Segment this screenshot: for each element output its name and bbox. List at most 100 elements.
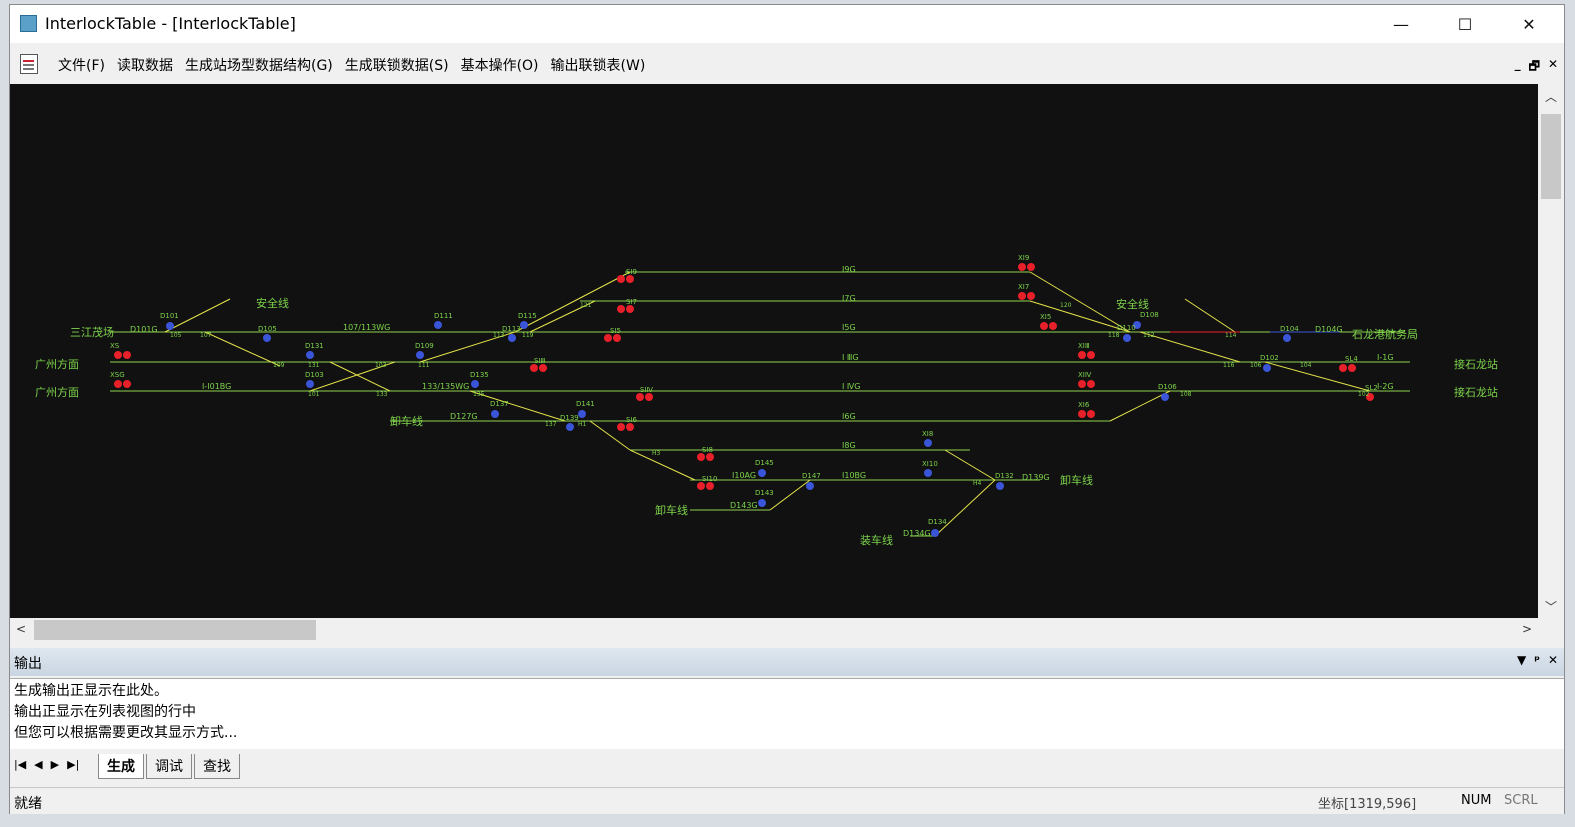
station-label: 安全线 — [1116, 297, 1149, 311]
output-panel-title: 输出 — [14, 656, 42, 672]
tab-first-icon[interactable]: |◀ — [14, 758, 26, 771]
switch-label: 104 — [1300, 362, 1312, 369]
scroll-up-icon[interactable]: ︿ — [1545, 88, 1557, 105]
vertical-scroll-thumb[interactable] — [1541, 114, 1561, 199]
menu-read-data[interactable]: 读取数据 — [111, 55, 179, 75]
d-signal-label: D113 — [502, 325, 521, 333]
output-panel-body[interactable]: 生成输出正显示在此处。 输出正显示在列表视图的行中 但您可以根据需要更改其显示方… — [10, 678, 1564, 749]
switch-label: 120 — [1060, 302, 1072, 309]
station-diagram-canvas[interactable]: Ⅰ9G Ⅰ7G Ⅰ5G Ⅰ ⅢG Ⅰ ⅣG Ⅰ6G Ⅰ8G Ⅰ10BG Ⅰ10A… — [10, 84, 1538, 618]
switch-label: 108 — [1180, 391, 1192, 398]
horizontal-scrollbar[interactable]: < > — [10, 618, 1538, 642]
signal-label: XⅠ7 — [1018, 283, 1029, 291]
signal-label: XⅠ10 — [922, 460, 938, 468]
switch-label: H1 — [578, 421, 587, 428]
mdi-restore-button[interactable]: 🗗 — [1529, 57, 1540, 78]
signal-label: XⅠ9 — [1018, 254, 1029, 262]
switch-label: 101 — [308, 391, 320, 398]
mdi-minimize-button[interactable]: _ — [1515, 57, 1521, 78]
switch-label: 105 — [170, 332, 182, 339]
tab-generate[interactable]: 生成 — [98, 754, 144, 779]
signal-label: XⅠⅣ — [1078, 371, 1092, 379]
minimize-button[interactable]: — — [1370, 5, 1432, 43]
menu-generate-interlock[interactable]: 生成联锁数据(S) — [339, 55, 455, 75]
status-coordinate: 坐标[1319,596] — [1318, 797, 1417, 812]
station-diagram: Ⅰ9G Ⅰ7G Ⅰ5G Ⅰ ⅢG Ⅰ ⅣG Ⅰ6G Ⅰ8G Ⅰ10BG Ⅰ10A… — [35, 254, 1498, 547]
tab-find[interactable]: 查找 — [194, 754, 240, 779]
tab-debug[interactable]: 调试 — [146, 754, 192, 779]
document-icon[interactable] — [20, 54, 38, 74]
vertical-scrollbar[interactable]: ︿ ﹀ — [1538, 84, 1564, 618]
switch-label: 109 — [273, 362, 285, 369]
track-label: D139G — [1022, 473, 1050, 482]
output-line: 但您可以根据需要更改其显示方式... — [14, 725, 238, 741]
switch-label: H3 — [652, 450, 661, 457]
d-signal-label: D132 — [995, 472, 1014, 480]
output-line: 输出正显示在列表视图的行中 — [14, 704, 196, 720]
mdi-close-button[interactable]: ✕ — [1548, 57, 1558, 78]
signal-label: XSG — [110, 371, 125, 379]
status-scroll-lock: SCRL — [1504, 793, 1538, 808]
tab-next-icon[interactable]: ▶ — [51, 758, 59, 771]
status-bar: 就绪 坐标[1319,596] NUM SCRL — [10, 787, 1564, 814]
track-label: Ⅰ8G — [842, 441, 856, 450]
d-signal-label: D141 — [576, 400, 595, 408]
station-label: 卸车线 — [1060, 473, 1093, 487]
switch-label: H4 — [973, 480, 982, 487]
switch-label: 102 — [1358, 391, 1370, 398]
station-label: 广州方面 — [35, 385, 79, 399]
menu-bar: 文件(F) 读取数据 生成站场型数据结构(G) 生成联锁数据(S) 基本操作(O… — [10, 48, 1564, 82]
switch-label: 131 — [308, 362, 320, 369]
app-window: InterlockTable - [InterlockTable] — ☐ ✕ … — [9, 4, 1565, 814]
switch-label: 107 — [200, 332, 212, 339]
maximize-button[interactable]: ☐ — [1434, 5, 1496, 43]
menu-basic-ops[interactable]: 基本操作(O) — [455, 55, 545, 75]
station-label: 装车线 — [860, 533, 893, 547]
d-signal-label: D131 — [305, 342, 324, 350]
signal-label: XⅠⅢ — [1078, 342, 1090, 350]
output-panel-header: 输出 ▼ ᵖ ✕ — [10, 648, 1564, 676]
d-signal-label: D137 — [490, 400, 509, 408]
d-signal-label: D139 — [560, 414, 579, 422]
d-signal-label: D105 — [258, 325, 277, 333]
scroll-right-icon[interactable]: > — [1522, 622, 1532, 636]
signal-label: SⅠ9 — [626, 268, 637, 276]
tab-prev-icon[interactable]: ◀ — [34, 758, 42, 771]
station-label: 接石龙站 — [1454, 357, 1498, 371]
panel-pin-icon[interactable]: ᵖ — [1534, 653, 1540, 667]
track-label: D104G — [1315, 325, 1343, 334]
close-button[interactable]: ✕ — [1498, 5, 1560, 43]
panel-close-icon[interactable]: ✕ — [1548, 653, 1558, 667]
menu-output-table[interactable]: 输出联锁表(W) — [545, 55, 652, 75]
switch-label: 119 — [522, 332, 534, 339]
station-label: 广州方面 — [35, 357, 79, 371]
menu-file[interactable]: 文件(F) — [52, 55, 111, 75]
scroll-left-icon[interactable]: < — [16, 622, 26, 636]
horizontal-scroll-thumb[interactable] — [34, 620, 316, 640]
track-label: Ⅰ7G — [842, 294, 856, 303]
output-tab-bar: |◀ ◀ ▶ ▶| 生成 调试 查找 — [10, 750, 1564, 780]
d-signal-label: D145 — [755, 459, 774, 467]
d-signal-label: D147 — [802, 472, 821, 480]
signal-label: SⅠⅣ — [640, 386, 654, 394]
track-label: D127G — [450, 412, 478, 421]
track-label: Ⅰ ⅣG — [842, 382, 860, 391]
signal-label: SⅠⅢ — [534, 357, 546, 365]
signal-label: XⅠ6 — [1078, 401, 1090, 409]
track-label: Ⅰ5G — [842, 323, 856, 332]
track-label: D143G — [730, 501, 758, 510]
station-label: 石龙港航务局 — [1352, 327, 1418, 341]
track-label: Ⅰ10AG — [732, 471, 756, 480]
menu-generate-structure[interactable]: 生成站场型数据结构(G) — [179, 55, 339, 75]
track-label: Ⅰ6G — [842, 412, 856, 421]
status-text: 就绪 — [14, 796, 42, 812]
signal-label: SL4 — [1345, 355, 1358, 363]
tab-last-icon[interactable]: ▶| — [67, 758, 79, 771]
panel-dropdown-icon[interactable]: ▼ — [1517, 653, 1526, 667]
switch-label: 103 — [375, 362, 387, 369]
switch-label: 133 — [376, 391, 388, 398]
d-signal-label: D109 — [415, 342, 434, 350]
title-bar: InterlockTable - [InterlockTable] — ☐ ✕ — [10, 5, 1564, 43]
signal-label: SⅠ10 — [702, 475, 717, 483]
scroll-down-icon[interactable]: ﹀ — [1545, 598, 1557, 615]
